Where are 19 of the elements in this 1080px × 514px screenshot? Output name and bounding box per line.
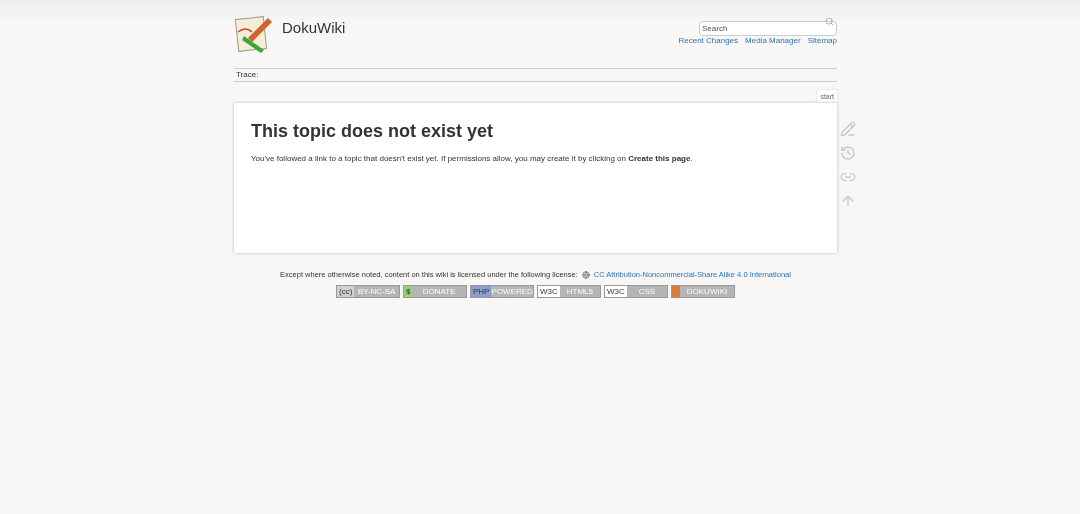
trace-label: Trace: [236,69,259,81]
nav-link[interactable]: Media Manager [745,35,801,47]
globe-icon [581,270,590,279]
logo-icon[interactable] [234,14,274,54]
badge-link[interactable]: (cc) BY-NC-SA [336,285,400,299]
badge-link[interactable]: W3C CSS [604,285,668,299]
search-field[interactable]: Search [699,21,837,36]
history-icon[interactable] [840,145,856,161]
nav-link[interactable]: Recent Changes [678,35,739,47]
arrow-up-icon[interactable] [840,193,856,209]
site-title[interactable]: DokuWiki [282,16,346,40]
search-icon[interactable] [825,17,834,26]
page-heading: This topic does not exist yet [251,120,495,143]
badge-link[interactable]: $ DONATE [403,285,467,299]
badge-link[interactable]: PHP POWERED [470,285,534,299]
badge-link[interactable]: W3C HTML5 [537,285,601,299]
page-text: You've followed a link to a topic that doesn't exist yet. If permissions allow, you may create it by clicking on Create this page. [251,153,694,165]
pencil-icon[interactable] [840,121,856,137]
nav-link[interactable]: Sitemap [807,35,837,47]
